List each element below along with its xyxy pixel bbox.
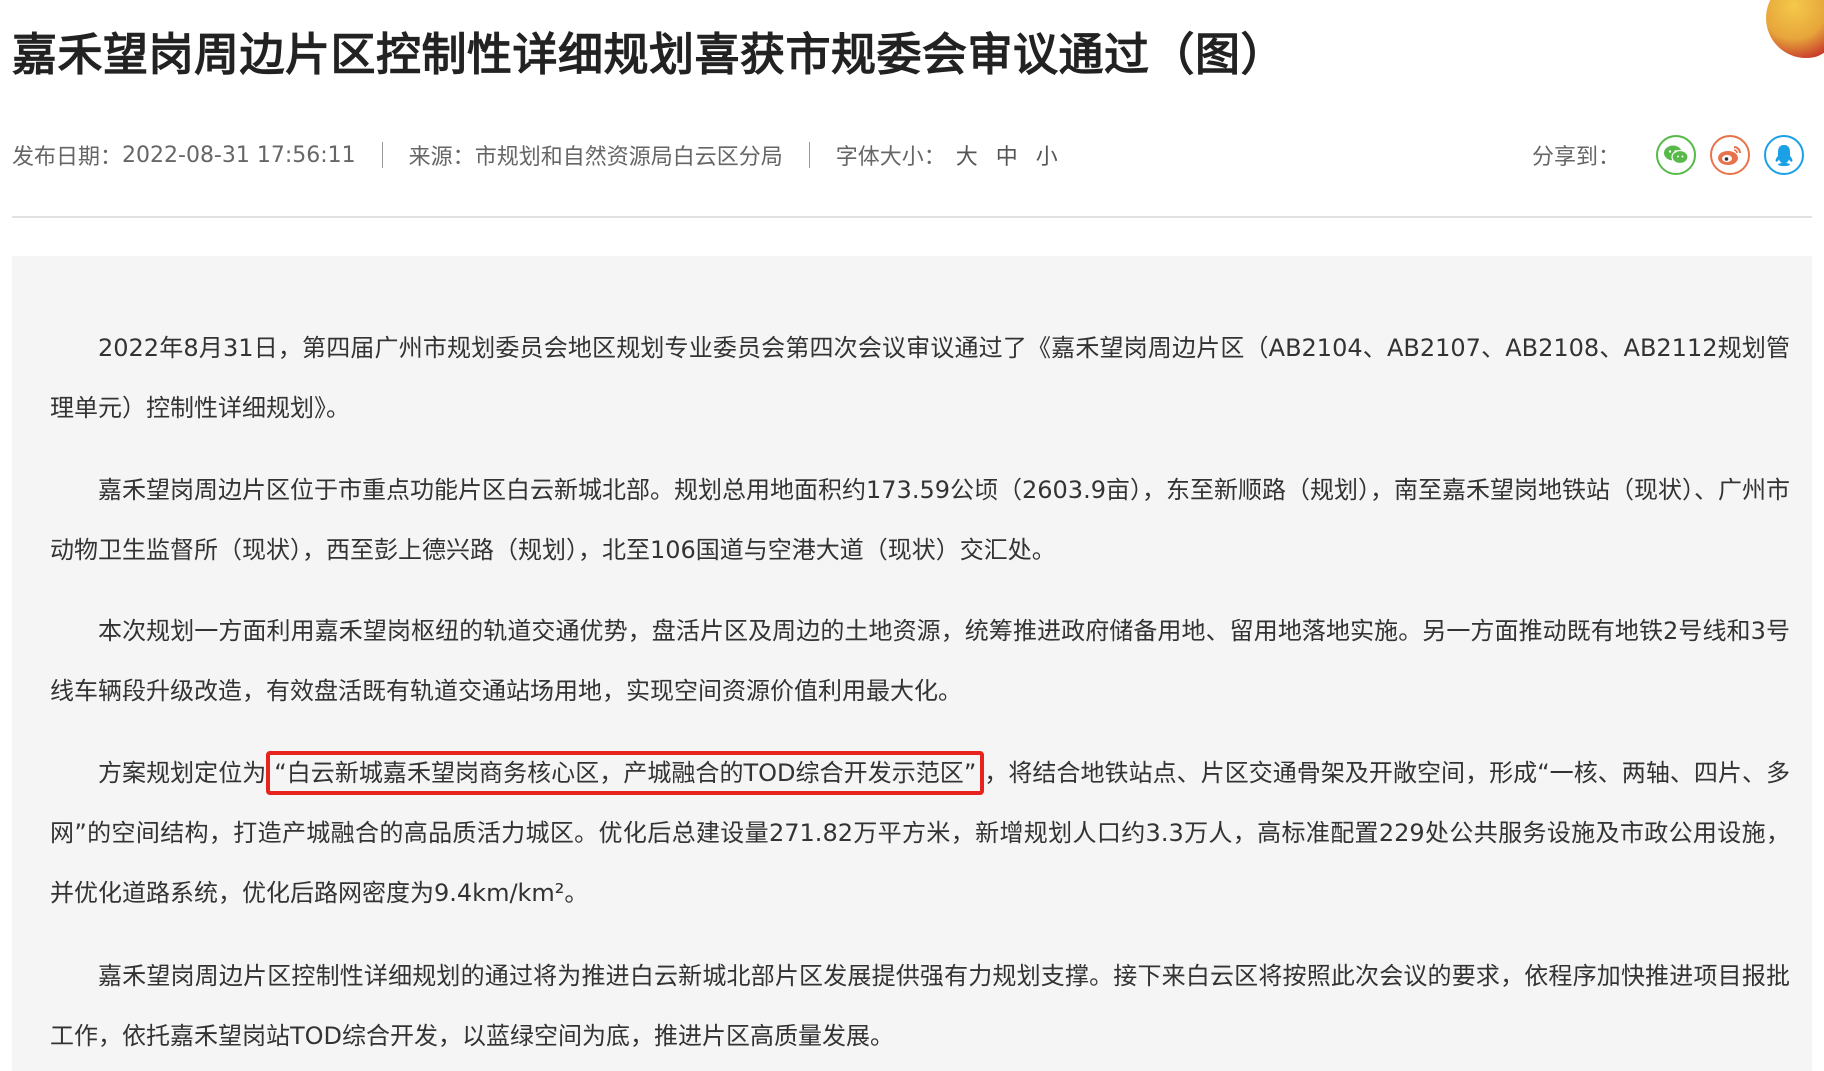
source-value: 市规划和自然资源局白云区分局	[474, 145, 783, 170]
article-body: 2022年8月31日，第四届广州市规划委员会地区规划专业委员会第四次会议审议通过…	[12, 256, 1812, 1071]
share-wechat-button[interactable]	[1656, 135, 1696, 175]
article-paragraph: 2022年8月31日，第四届广州市规划委员会地区规划专业委员会第四次会议审议通过…	[50, 334, 1790, 422]
wechat-icon	[1664, 145, 1689, 165]
article-paragraph-positioning: 方案规划定位为 “白云新城嘉禾望岗商务核心区，产城融合的TOD综合开发示范区” ，将…	[50, 743, 1790, 923]
share-bar: 分享到：	[1532, 135, 1804, 175]
publish-date-value: 2022-08-31 17:56:11	[122, 142, 356, 168]
publish-date-label: 发布日期：	[12, 145, 123, 170]
page: 嘉禾望岗周边片区控制性详细规划喜获市规委会审议通过（图） 发布日期： 2022-…	[0, 0, 1824, 1071]
meta-divider	[381, 142, 383, 168]
share-label: 分享到：	[1531, 145, 1620, 170]
meta-divider	[808, 142, 810, 168]
positioning-comma: ，	[984, 759, 1009, 787]
weibo-icon	[1718, 146, 1741, 165]
positioning-prefix: 方案规划定位为	[98, 759, 267, 787]
article-paragraph: 嘉禾望岗周边片区位于市重点功能片区白云新城北部。规划总用地面积约173.59公顷…	[50, 476, 1790, 564]
font-size-label: 字体大小：	[835, 145, 946, 170]
highlighted-positioning-text: “白云新城嘉禾望岗商务核心区，产城融合的TOD综合开发示范区”	[266, 751, 985, 795]
font-size-large-button[interactable]: 大	[956, 139, 978, 171]
share-weibo-button[interactable]	[1710, 135, 1750, 175]
article-paragraph: 本次规划一方面利用嘉禾望岗枢纽的轨道交通优势，盘活片区及周边的土地资源，统筹推进…	[50, 617, 1790, 705]
festive-ornament-icon	[1766, 0, 1824, 58]
article-paragraph: 嘉禾望岗周边片区控制性详细规划的通过将为推进白云新城北部片区发展提供强有力规划支…	[50, 962, 1790, 1050]
qq-icon	[1775, 145, 1793, 167]
article-meta-bar: 发布日期： 2022-08-31 17:56:11 来源： 市规划和自然资源局白…	[12, 135, 1804, 175]
font-size-small-button[interactable]: 小	[1036, 139, 1058, 171]
article-title: 嘉禾望岗周边片区控制性详细规划喜获市规委会审议通过（图）	[12, 28, 1287, 81]
font-size-medium-button[interactable]: 中	[996, 139, 1018, 171]
header-divider	[12, 216, 1812, 218]
source-label: 来源：	[408, 145, 475, 170]
share-qq-button[interactable]	[1764, 135, 1804, 175]
